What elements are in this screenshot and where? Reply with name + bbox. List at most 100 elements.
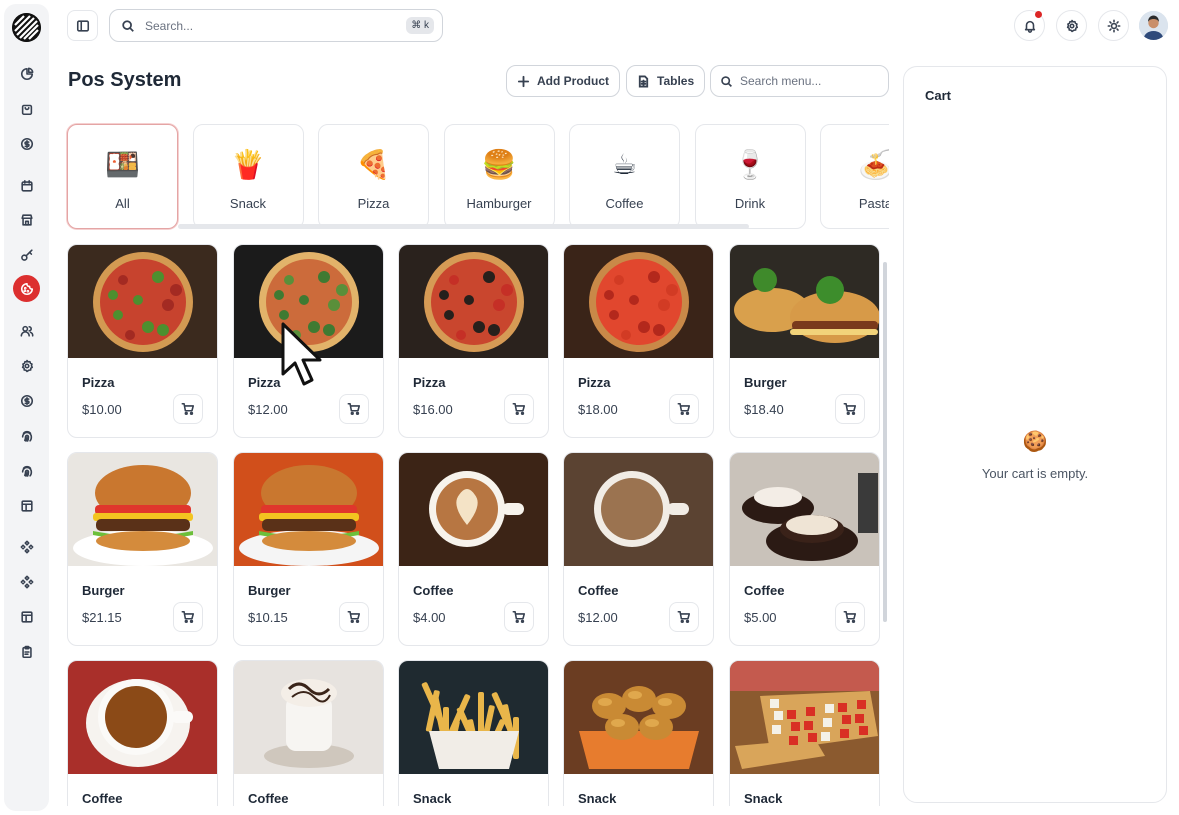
tables-button[interactable]: Tables <box>626 65 706 97</box>
category-drink[interactable]: 🍷 Drink <box>694 124 806 229</box>
product-name: Snack <box>744 791 783 806</box>
product-card[interactable]: Burger $10.15 <box>233 452 384 646</box>
product-card[interactable]: Snack <box>563 660 714 806</box>
product-card[interactable]: Burger $18.40 <box>729 244 880 438</box>
product-image <box>68 453 217 566</box>
product-card[interactable]: Snack <box>729 660 880 806</box>
sidebar-item-fingerprint[interactable] <box>14 423 39 448</box>
sidebar-item-layout[interactable] <box>14 604 39 629</box>
product-image <box>68 245 217 358</box>
add-to-cart-button[interactable] <box>339 602 369 632</box>
product-image <box>730 245 879 358</box>
sidebar <box>4 4 49 811</box>
sidebar-item-layout[interactable] <box>14 493 39 518</box>
sidebar-item-users[interactable] <box>14 318 39 343</box>
product-price: $21.15 <box>82 610 122 625</box>
sidebar-item-component[interactable] <box>14 534 39 559</box>
product-card[interactable]: Pizza $16.00 <box>398 244 549 438</box>
add-product-label: Add Product <box>537 74 609 88</box>
category-all[interactable]: 🍱 All <box>67 124 178 229</box>
notifications-button[interactable] <box>1014 10 1045 41</box>
add-to-cart-button[interactable] <box>669 394 699 424</box>
sidebar-item-component[interactable] <box>14 569 39 594</box>
product-image <box>234 245 383 358</box>
plus-icon <box>517 75 530 87</box>
store-icon <box>20 213 33 226</box>
category-pasta[interactable]: 🍝 Pasta <box>820 124 889 229</box>
product-image <box>730 453 879 566</box>
sidebar-item-shopping-bag[interactable] <box>14 96 39 121</box>
gear-icon <box>1066 19 1078 32</box>
product-card[interactable]: Coffee <box>67 660 218 806</box>
global-search-input[interactable] <box>145 18 407 33</box>
product-card[interactable]: Snack <box>398 660 549 806</box>
add-to-cart-button[interactable] <box>835 394 865 424</box>
app-logo[interactable] <box>12 13 41 42</box>
category-pizza[interactable]: 🍕 Pizza <box>318 124 429 229</box>
search-icon <box>122 19 134 32</box>
sidebar-item-fingerprint[interactable] <box>14 458 39 483</box>
add-product-button[interactable]: Add Product <box>506 65 620 97</box>
category-coffee[interactable]: ☕ Coffee <box>569 124 680 229</box>
shopping-cart-icon <box>181 610 195 624</box>
product-card[interactable]: Coffee $4.00 <box>398 452 549 646</box>
sidebar-item-key[interactable] <box>14 242 39 267</box>
shopping-cart-icon <box>677 610 691 624</box>
product-card[interactable]: Coffee <box>233 660 384 806</box>
product-card[interactable]: Pizza $18.00 <box>563 244 714 438</box>
category-label: Coffee <box>605 196 644 211</box>
sidebar-item-dollar-circle[interactable] <box>14 388 39 413</box>
settings-button[interactable] <box>1056 10 1087 41</box>
layout-icon <box>20 610 33 623</box>
product-grid-scrollbar[interactable] <box>883 262 887 622</box>
sidebar-item-clipboard[interactable] <box>14 639 39 664</box>
menu-search[interactable] <box>710 65 889 97</box>
add-to-cart-button[interactable] <box>835 602 865 632</box>
product-image <box>68 661 217 774</box>
category-label: Pizza <box>357 196 390 211</box>
product-name: Coffee <box>413 583 454 598</box>
product-card[interactable]: Pizza $12.00 <box>233 244 384 438</box>
search-shortcut-badge: ⌘ k <box>406 17 434 34</box>
add-to-cart-button[interactable] <box>669 602 699 632</box>
product-image <box>564 453 713 566</box>
sidebar-item-store[interactable] <box>14 207 39 232</box>
product-image <box>564 661 713 774</box>
sidebar-item-pie-chart[interactable] <box>14 61 39 86</box>
shopping-cart-icon <box>181 402 195 416</box>
fingerprint-icon <box>21 465 32 477</box>
shopping-cart-icon <box>347 610 361 624</box>
category-scrollbar[interactable] <box>178 224 749 229</box>
add-to-cart-button[interactable] <box>173 602 203 632</box>
product-card[interactable]: Pizza $10.00 <box>67 244 218 438</box>
product-price: $5.00 <box>744 610 777 625</box>
add-to-cart-button[interactable] <box>339 394 369 424</box>
dollar-circle-icon <box>20 137 33 150</box>
cart-empty-message: Your cart is empty. <box>981 466 1089 481</box>
add-to-cart-button[interactable] <box>504 394 534 424</box>
category-hamburger[interactable]: 🍔 Hamburger <box>443 124 555 229</box>
user-avatar[interactable] <box>1139 11 1168 40</box>
global-search[interactable]: ⌘ k <box>109 9 443 42</box>
shopping-cart-icon <box>512 402 526 416</box>
sidebar-toggle-button[interactable] <box>67 10 98 41</box>
product-card[interactable]: Coffee $5.00 <box>729 452 880 646</box>
add-to-cart-button[interactable] <box>504 602 534 632</box>
category-all-icon: 🍱 <box>105 149 140 180</box>
product-name: Coffee <box>248 791 289 806</box>
file-table-icon <box>638 74 649 88</box>
add-to-cart-button[interactable] <box>173 394 203 424</box>
category-snack[interactable]: 🍟 Snack <box>192 124 304 229</box>
sidebar-item-gear[interactable] <box>14 353 39 378</box>
sidebar-item-calendar[interactable] <box>14 173 39 198</box>
menu-search-input[interactable] <box>740 74 880 88</box>
product-card[interactable]: Coffee $12.00 <box>563 452 714 646</box>
sidebar-item-cookie[interactable] <box>13 275 40 302</box>
product-card[interactable]: Burger $21.15 <box>67 452 218 646</box>
cookie-icon: 🍪 <box>1022 431 1048 453</box>
sidebar-item-dollar-circle[interactable] <box>14 131 39 156</box>
product-price: $16.00 <box>413 402 453 417</box>
layout-icon <box>20 499 33 512</box>
theme-toggle-button[interactable] <box>1098 10 1129 41</box>
product-price: $10.15 <box>248 610 288 625</box>
